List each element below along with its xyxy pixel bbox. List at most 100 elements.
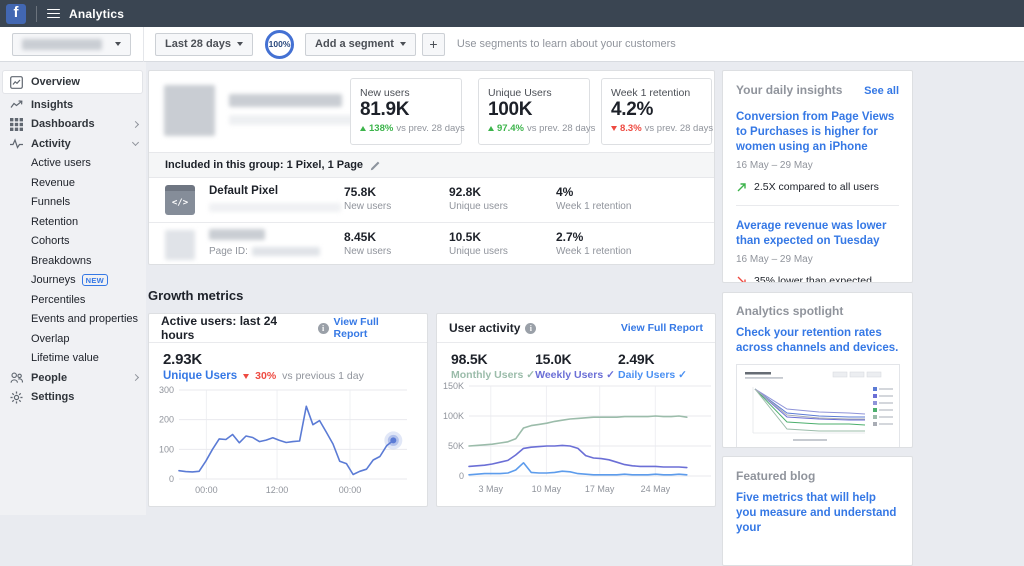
kpi-label: Unique Users	[488, 87, 580, 99]
chart-title: Active users: last 24 hours	[161, 314, 313, 342]
info-icon[interactable]	[525, 323, 536, 334]
add-segment-plus-button[interactable]: +	[422, 33, 445, 56]
chevron-down-icon	[115, 42, 121, 46]
sidebar-item-insights[interactable]: Insights	[0, 95, 146, 115]
insight-title-link[interactable]: Average revenue was lower than expected …	[736, 219, 899, 249]
sidebar-item-journeys[interactable]: Journeys NEW	[0, 271, 146, 291]
blurred-pixel-id	[209, 203, 341, 212]
blurred-page-id	[252, 247, 320, 256]
top-app-bar: f Analytics	[0, 0, 1024, 27]
add-segment-dropdown[interactable]: Add a segment	[305, 33, 416, 56]
sidebar-item-dashboards[interactable]: Dashboards	[0, 115, 146, 135]
dashboards-icon	[10, 118, 24, 131]
kpi-delta: 138%	[369, 123, 393, 134]
svg-text:24 May: 24 May	[641, 484, 671, 494]
spotlight-thumbnail-image[interactable]	[736, 364, 900, 448]
svg-text:00:00: 00:00	[339, 485, 362, 495]
sidebar-item-events-and-properties[interactable]: Events and properties	[0, 310, 146, 330]
group-note-bar: Included in this group: 1 Pixel, 1 Page	[149, 152, 714, 178]
date-range-label: Last 28 days	[165, 38, 231, 50]
sidebar-item-revenue[interactable]: Revenue	[0, 173, 146, 193]
svg-text:300: 300	[159, 385, 174, 395]
sidebar-item-breakdowns[interactable]: Breakdowns	[0, 251, 146, 271]
facebook-logo-icon[interactable]: f	[6, 4, 26, 24]
sidebar-item-label: Overview	[31, 76, 80, 88]
sidebar-item-cohorts[interactable]: Cohorts	[0, 232, 146, 252]
kpi-card-unique-users: Unique Users 100K 97.4%vs prev. 28 days	[478, 78, 590, 145]
view-full-report-link[interactable]: View Full Report	[334, 316, 415, 340]
blog-title-link[interactable]: Five metrics that will help you measure …	[736, 491, 899, 536]
arrow-up-icon	[360, 126, 366, 131]
sidebar-item-label: Revenue	[31, 177, 75, 189]
view-full-report-link[interactable]: View Full Report	[621, 322, 703, 334]
spotlight-title-link[interactable]: Check your retention rates across channe…	[736, 326, 899, 356]
sidebar-item-overlap[interactable]: Overlap	[0, 329, 146, 349]
sidebar-item-active-users[interactable]: Active users	[0, 154, 146, 174]
svg-text:10 May: 10 May	[532, 484, 562, 494]
chevron-down-icon	[400, 42, 406, 46]
table-row-page[interactable]: Page ID: 8.45KNew users 10.5KUnique user…	[149, 222, 714, 266]
arrow-down-icon	[243, 374, 249, 379]
daily-users-stat[interactable]: 2.49K Daily Users ✓	[618, 351, 701, 381]
cell-label: Week 1 retention	[556, 246, 631, 257]
blurred-page-name	[209, 229, 265, 240]
add-segment-label: Add a segment	[315, 38, 394, 50]
cell-value: 92.8K	[449, 185, 508, 199]
kpi-delta: 8.3%	[620, 123, 642, 134]
sidebar-item-percentiles[interactable]: Percentiles	[0, 290, 146, 310]
active-users-chart-card: Active users: last 24 hours View Full Re…	[148, 313, 428, 507]
chart-title: User activity	[449, 321, 520, 335]
insight-title-link[interactable]: Conversion from Page Views to Purchases …	[736, 110, 899, 155]
sidebar-item-label: Retention	[31, 216, 78, 228]
blurred-entity-title	[229, 94, 342, 107]
kpi-delta-suffix: vs prev. 28 days	[396, 123, 464, 134]
cell-label: Unique users	[449, 246, 508, 257]
weekly-users-stat[interactable]: 15.0K Weekly Users ✓	[535, 351, 618, 381]
edit-pencil-icon[interactable]	[370, 160, 381, 171]
app-title: Analytics	[69, 7, 124, 21]
sidebar-item-label: Percentiles	[31, 294, 85, 306]
sidebar-item-lifetime-value[interactable]: Lifetime value	[0, 349, 146, 369]
blurred-entity-name	[22, 39, 102, 50]
table-row-default-pixel[interactable]: Default Pixel 75.8KNew users 92.8KUnique…	[149, 178, 714, 222]
arrow-down-right-icon	[736, 275, 748, 283]
insight-stat-text: 2.5X compared to all users	[754, 181, 879, 193]
kpi-delta-suffix: vs prev. 28 days	[645, 123, 713, 134]
see-all-link[interactable]: See all	[864, 85, 899, 97]
sidebar-item-label: People	[31, 372, 67, 384]
kpi-label: New users	[360, 87, 452, 99]
hamburger-menu-icon[interactable]	[47, 9, 60, 19]
monthly-users-stat[interactable]: 98.5K Monthly Users ✓	[451, 351, 535, 381]
chevron-down-icon	[237, 42, 243, 46]
sidebar-item-label: Active users	[31, 157, 91, 169]
sidebar-item-retention[interactable]: Retention	[0, 212, 146, 232]
blurred-page-avatar	[165, 230, 195, 260]
chevron-right-icon	[132, 374, 139, 381]
active-users-line-chart: 00:0012:0000:000100200300	[153, 380, 423, 502]
toolbar-divider	[143, 27, 144, 62]
toolbar: Last 28 days 100% Add a segment + Use se…	[0, 27, 1024, 62]
activity-icon	[10, 137, 24, 150]
cell-label: New users	[344, 246, 391, 257]
card-header: Analytics spotlight	[736, 304, 843, 318]
sidebar-item-funnels[interactable]: Funnels	[0, 193, 146, 213]
divider	[736, 205, 899, 206]
sidebar-item-label: Dashboards	[31, 118, 95, 130]
sidebar-item-settings[interactable]: Settings	[0, 388, 146, 408]
user-activity-line-chart: 3 May10 May17 May24 May050K100K150K	[439, 380, 715, 502]
date-range-dropdown[interactable]: Last 28 days	[155, 33, 253, 56]
sidebar-item-overview[interactable]: Overview	[3, 71, 142, 93]
analytics-spotlight-card: Analytics spotlight Check your retention…	[722, 292, 913, 448]
sidebar-item-label: Lifetime value	[31, 352, 99, 364]
sampling-percent-badge[interactable]: 100%	[265, 30, 294, 59]
page-id-label: Page ID:	[209, 246, 248, 257]
info-icon[interactable]	[318, 323, 329, 334]
sidebar-item-people[interactable]: People	[0, 368, 146, 388]
pixel-icon	[165, 185, 195, 215]
overview-icon	[10, 76, 24, 89]
topbar-divider	[36, 6, 37, 22]
kpi-delta-suffix: vs prev. 28 days	[527, 123, 595, 134]
entity-selector-dropdown[interactable]	[12, 33, 131, 56]
sidebar-item-activity[interactable]: Activity	[0, 134, 146, 154]
sidebar-item-label: Journeys	[31, 274, 76, 286]
